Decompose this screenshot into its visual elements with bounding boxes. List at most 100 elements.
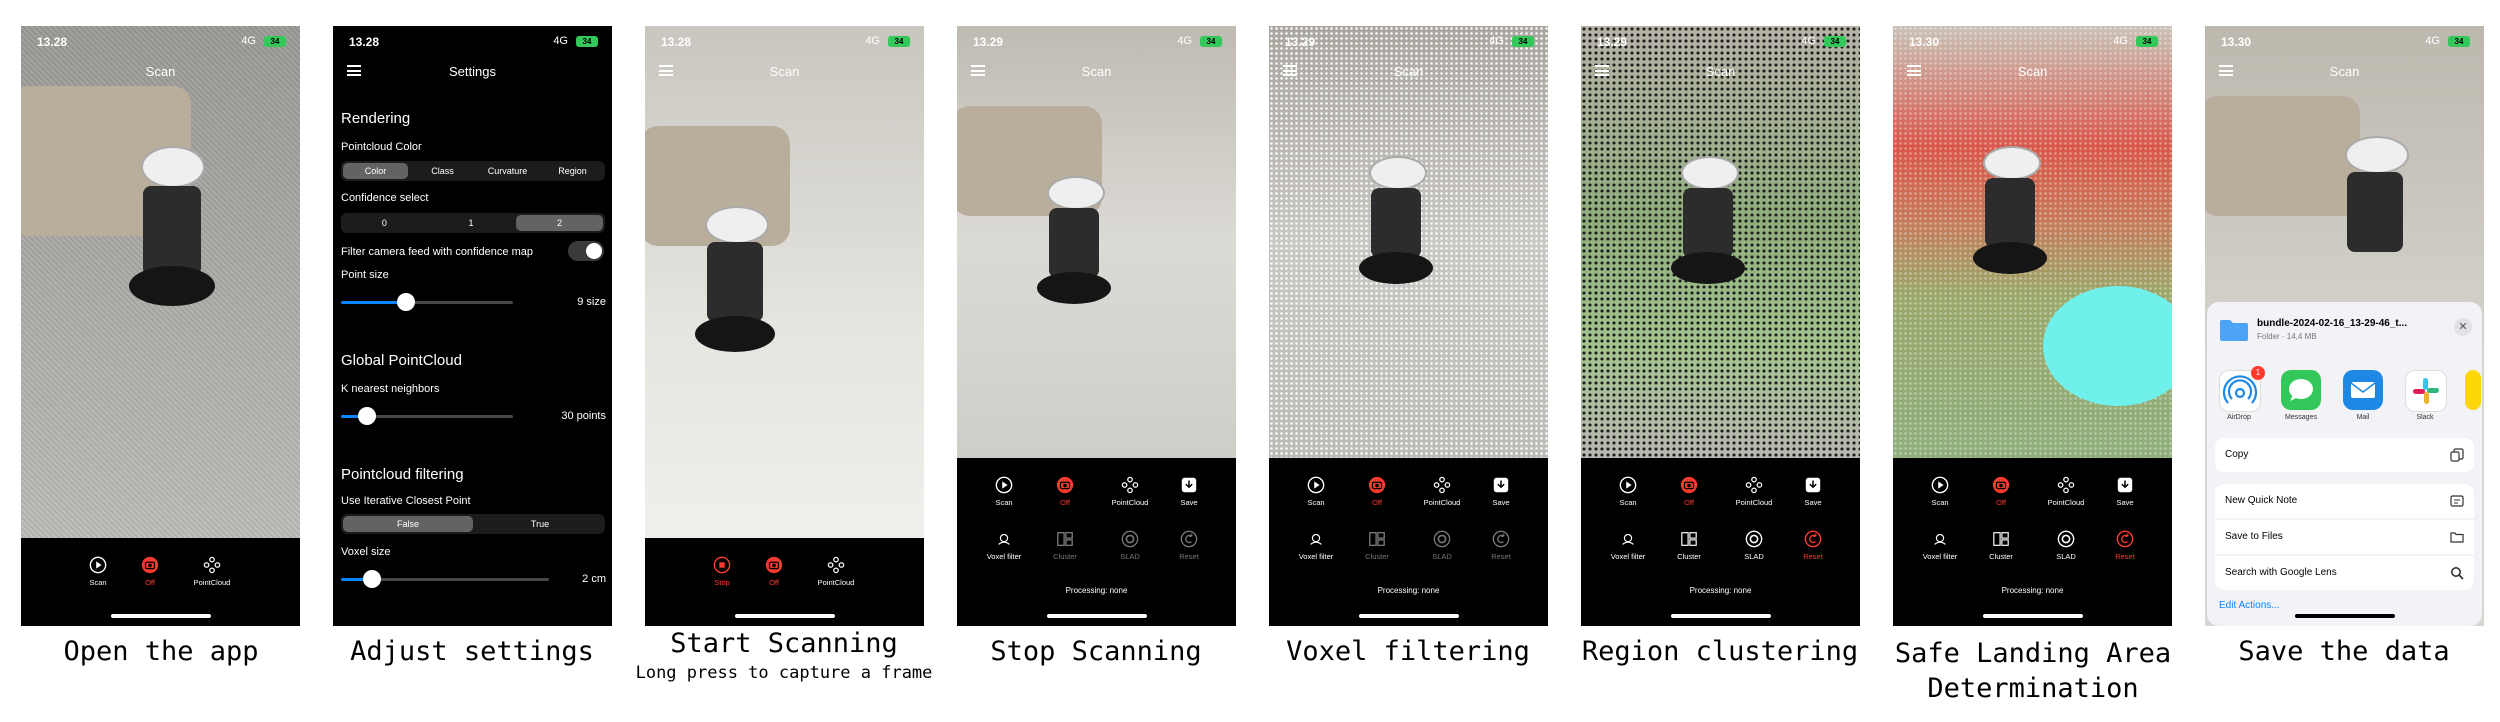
toolbar: Scan Off PointCloud Save Voxel filter Cluster… — [957, 458, 1236, 626]
scan-button[interactable]: Scan — [1603, 476, 1653, 507]
pointcloud-button[interactable]: PointCloud — [1417, 476, 1467, 507]
pointcloud-color-segmented[interactable]: Color Class Curvature Region — [341, 161, 605, 181]
seg-class[interactable]: Class — [410, 161, 475, 181]
nav-title: Scan — [2017, 64, 2048, 79]
action-google-lens[interactable]: Search with Google Lens — [2215, 556, 2474, 590]
cluster-button[interactable]: Cluster — [1664, 530, 1714, 561]
seg-conf-2[interactable]: 2 — [516, 215, 604, 231]
reset-button[interactable]: Reset — [1164, 530, 1214, 561]
save-icon — [1493, 477, 1509, 493]
seg-color[interactable]: Color — [343, 163, 408, 179]
save-button[interactable]: Save — [1164, 476, 1214, 507]
airdrop-icon[interactable]: 1 — [2219, 366, 2265, 412]
cluster-button[interactable]: Cluster — [1040, 530, 1090, 561]
close-icon[interactable]: ✕ — [2454, 318, 2472, 336]
seg-true[interactable]: True — [475, 514, 605, 534]
nav-title: Scan — [1705, 64, 1736, 79]
slad-icon — [1745, 530, 1763, 548]
voxel-size-value: 2 cm — [582, 573, 606, 585]
voxel-filter-button[interactable]: Voxel filter — [1291, 530, 1341, 561]
save-button[interactable]: Save — [2100, 476, 2150, 507]
point-size-slider[interactable] — [341, 293, 513, 311]
stop-button[interactable]: Stop — [697, 556, 747, 587]
nav-bar: Scan — [645, 56, 924, 90]
section-global: Global PointCloud — [341, 352, 462, 369]
status-bar: 13.29 4G 34 — [957, 26, 1236, 56]
caption-2: Adjust settings — [350, 636, 594, 667]
cluster-button[interactable]: Cluster — [1352, 530, 1402, 561]
seg-conf-0[interactable]: 0 — [341, 213, 428, 233]
seg-region[interactable]: Region — [540, 161, 605, 181]
messages-icon[interactable] — [2281, 370, 2321, 410]
app-label-slack: Slack — [2416, 414, 2434, 421]
camera-off-button[interactable]: Off — [1352, 476, 1402, 507]
reset-icon — [2116, 530, 2134, 548]
icp-segmented[interactable]: False True — [341, 514, 605, 534]
caption-7: Safe Landing Area Determination — [1894, 638, 2172, 704]
copy-icon — [2450, 448, 2464, 462]
toolbar: Scan Off PointCloud Save Voxel filter Cluster… — [1269, 458, 1548, 626]
nav-title: Scan — [1393, 64, 1424, 79]
nav-bar: Scan — [1893, 56, 2172, 90]
action-save-to-files[interactable]: Save to Files — [2215, 520, 2474, 554]
slider-knob[interactable] — [363, 570, 382, 588]
slider-knob[interactable] — [357, 407, 376, 425]
reset-button[interactable]: Reset — [2100, 530, 2150, 561]
scan-button[interactable]: Scan — [1915, 476, 1965, 507]
scan-button[interactable]: Scan — [73, 556, 123, 587]
voxel-filter-button[interactable]: Voxel filter — [1915, 530, 1965, 561]
more-apps-icon[interactable] — [2465, 370, 2481, 410]
camera-off-button[interactable]: Off — [1040, 476, 1090, 507]
pointcloud-button[interactable]: PointCloud — [2041, 476, 2091, 507]
toolbar: Scan Off PointCloud — [21, 538, 300, 626]
action-copy[interactable]: Copy — [2215, 438, 2474, 472]
confidence-segmented[interactable]: 0 1 2 — [341, 213, 605, 233]
seg-conf-1[interactable]: 1 — [428, 213, 515, 233]
slad-button[interactable]: SLAD — [2041, 530, 2091, 561]
seg-false[interactable]: False — [343, 516, 473, 532]
pointcloud-icon — [1745, 476, 1763, 494]
reset-button[interactable]: Reset — [1788, 530, 1838, 561]
folder-icon — [2220, 320, 2248, 341]
reset-icon — [1492, 530, 1510, 548]
slider-knob[interactable] — [397, 293, 416, 311]
screen-save: 13.30 4G 34 Scan bundle-2024-02-16_13-29-4… — [2205, 26, 2484, 626]
pointcloud-button[interactable]: PointCloud — [187, 556, 237, 587]
home-indicator — [1983, 614, 2083, 618]
voxel-filter-button[interactable]: Voxel filter — [979, 530, 1029, 561]
cluster-button[interactable]: Cluster — [1976, 530, 2026, 561]
pointcloud-button[interactable]: PointCloud — [1105, 476, 1155, 507]
seg-curvature[interactable]: Curvature — [475, 161, 540, 181]
robot — [1037, 176, 1127, 326]
pointcloud-button[interactable]: PointCloud — [1729, 476, 1779, 507]
camera-off-button[interactable]: Off — [1976, 476, 2026, 507]
toolbar: Stop Off PointCloud — [645, 538, 924, 626]
slad-button[interactable]: SLAD — [1417, 530, 1467, 561]
home-indicator — [1359, 614, 1459, 618]
slack-icon[interactable] — [2405, 370, 2447, 412]
save-button[interactable]: Save — [1476, 476, 1526, 507]
mail-icon[interactable] — [2343, 370, 2383, 410]
filter-camera-toggle[interactable] — [568, 241, 604, 261]
camera-off-button[interactable]: Off — [749, 556, 799, 587]
slad-icon — [1433, 530, 1451, 548]
action-quick-note[interactable]: New Quick Note — [2215, 484, 2474, 518]
point-size-value: 9 size — [577, 296, 606, 308]
pointcloud-button[interactable]: PointCloud — [811, 556, 861, 587]
camera-off-button[interactable]: Off — [1664, 476, 1714, 507]
knn-slider[interactable] — [341, 407, 513, 425]
airdrop-badge: 1 — [2251, 366, 2265, 380]
slad-button[interactable]: SLAD — [1105, 530, 1155, 561]
edit-actions-link[interactable]: Edit Actions... — [2219, 600, 2280, 611]
slad-button[interactable]: SLAD — [1729, 530, 1779, 561]
play-icon — [1307, 476, 1325, 494]
voxel-size-slider[interactable] — [341, 570, 549, 588]
camera-off-button[interactable]: Off — [125, 556, 175, 587]
save-button[interactable]: Save — [1788, 476, 1838, 507]
scan-button[interactable]: Scan — [1291, 476, 1341, 507]
voxel-filter-button[interactable]: Voxel filter — [1603, 530, 1653, 561]
scan-button[interactable]: Scan — [979, 476, 1029, 507]
reset-button[interactable]: Reset — [1476, 530, 1526, 561]
caption-4: Stop Scanning — [990, 636, 1202, 667]
save-icon — [1181, 477, 1197, 493]
